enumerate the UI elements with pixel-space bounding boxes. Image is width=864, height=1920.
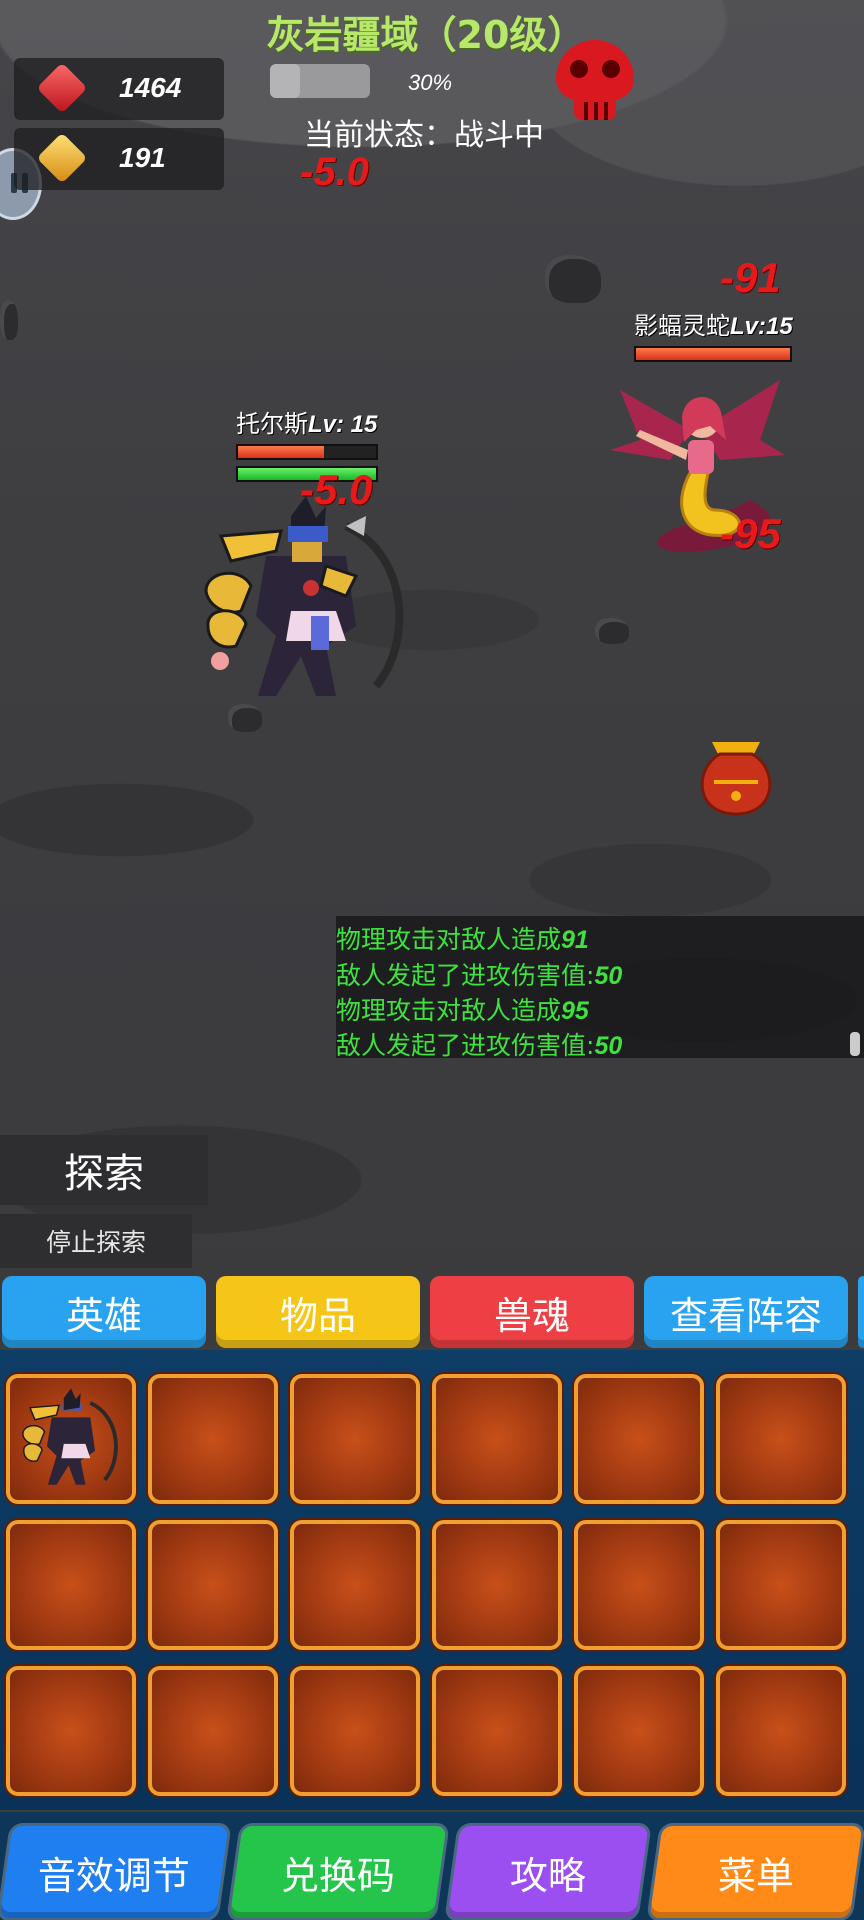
- rock: [228, 704, 262, 732]
- log-line: 敌人发起了进攻伤害值:50: [336, 956, 622, 992]
- damage-popup: -91: [720, 254, 781, 301]
- hero-name: 托尔斯: [236, 410, 308, 438]
- log-text: 敌人发起了进攻伤害值:: [336, 1031, 595, 1060]
- enemy-hp-fill: [636, 348, 790, 360]
- inventory-slot[interactable]: [6, 1520, 136, 1650]
- enemy-hp-bar: [634, 346, 792, 362]
- log-text: 敌人发起了进攻伤害值:: [336, 961, 595, 990]
- hero-hp-fill: [238, 446, 324, 458]
- hero-sprite[interactable]: [196, 496, 416, 706]
- log-number: 95: [561, 997, 589, 1025]
- inventory-slot[interactable]: [290, 1374, 420, 1504]
- inventory-slot[interactable]: [148, 1666, 278, 1796]
- hero-portrait: [18, 1386, 124, 1492]
- log-text: 物理攻击对敌人造成: [336, 925, 562, 954]
- inventory-slot[interactable]: [290, 1520, 420, 1650]
- log-line: 物理攻击对敌人造成95: [336, 991, 589, 1027]
- ruby-counter: 1464: [14, 58, 224, 120]
- tab-view-lineup[interactable]: 查看阵容: [644, 1276, 848, 1348]
- stop-explore-button[interactable]: 停止探索: [0, 1214, 192, 1268]
- hero-inventory-grid: [0, 1350, 864, 1810]
- inventory-slot[interactable]: [148, 1374, 278, 1504]
- ruby-icon: [36, 62, 88, 114]
- guide-button[interactable]: 攻略: [447, 1826, 649, 1918]
- tab-items[interactable]: 物品: [216, 1276, 420, 1348]
- rock: [595, 618, 629, 644]
- tab-label: 英雄: [65, 1293, 142, 1338]
- log-number: 50: [594, 962, 623, 990]
- hero-name-label: 托尔斯Lv: 15: [236, 404, 377, 439]
- button-label: 音效调节: [37, 1853, 190, 1898]
- tab-beast-souls[interactable]: 兽魂: [430, 1276, 634, 1348]
- zone-progress-bar: [270, 64, 370, 98]
- enemy-name-label: 影蝠灵蛇Lv:15: [634, 306, 793, 341]
- inventory-slot[interactable]: [290, 1666, 420, 1796]
- enemy-level: Lv:15: [730, 313, 793, 340]
- tab-label: 兽魂: [493, 1293, 570, 1338]
- ruby-amount: 1464: [119, 72, 182, 103]
- damage-popup: -95: [720, 510, 781, 557]
- inventory-slot[interactable]: [432, 1520, 562, 1650]
- button-label: 菜单: [717, 1853, 794, 1898]
- log-number: 91: [561, 926, 589, 954]
- sound-settings-button[interactable]: 音效调节: [0, 1826, 229, 1918]
- loot-bag[interactable]: [694, 738, 778, 816]
- inventory-slot[interactable]: [432, 1666, 562, 1796]
- inventory-slot[interactable]: [716, 1374, 846, 1504]
- log-text: 物理攻击对敌人造成: [336, 996, 562, 1025]
- inventory-slot[interactable]: [6, 1666, 136, 1796]
- log-number: 50: [594, 1032, 623, 1060]
- rock: [0, 300, 18, 340]
- tab-heroes[interactable]: 英雄: [2, 1276, 206, 1348]
- boss-skull-icon[interactable]: [556, 40, 634, 122]
- button-label: 攻略: [509, 1853, 586, 1898]
- damage-popup: -5.0: [300, 150, 369, 194]
- button-label: 兑换码: [280, 1853, 395, 1898]
- zone-progress-fill: [270, 64, 300, 98]
- gold-icon: [36, 132, 88, 184]
- inventory-slot[interactable]: [716, 1520, 846, 1650]
- log-line: 敌人发起了进攻伤害值:50: [336, 1026, 622, 1062]
- battlefield: 1464 191 灰岩疆域（20级） 30% 当前状态：战斗中 -5.0 -91…: [0, 0, 864, 1345]
- gold-counter: 191: [14, 128, 224, 190]
- hero-level: Lv: 15: [308, 411, 378, 438]
- inventory-slot[interactable]: [574, 1666, 704, 1796]
- menu-button[interactable]: 菜单: [649, 1826, 863, 1918]
- battle-status: 当前状态：战斗中: [304, 118, 544, 153]
- hero-hp-bar: [236, 444, 378, 460]
- inventory-slot[interactable]: [716, 1666, 846, 1796]
- tab-label: 查看阵容: [669, 1293, 822, 1338]
- log-line: 物理攻击对敌人造成91: [336, 920, 589, 956]
- gold-amount: 191: [119, 142, 166, 173]
- explore-button[interactable]: 探索: [0, 1135, 208, 1205]
- combat-log[interactable]: 物理攻击对敌人造成91 敌人发起了进攻伤害值:50 物理攻击对敌人造成95 敌人…: [336, 916, 864, 1060]
- rock: [545, 255, 601, 303]
- zone-title: 灰岩疆域（20级）: [266, 13, 586, 57]
- inventory-slot[interactable]: [574, 1374, 704, 1504]
- tab-label: 物品: [279, 1293, 356, 1338]
- inventory-slot[interactable]: [432, 1374, 562, 1504]
- enemy-name: 影蝠灵蛇: [634, 312, 730, 340]
- redeem-code-button[interactable]: 兑换码: [229, 1826, 447, 1918]
- inventory-slot[interactable]: [574, 1520, 704, 1650]
- inventory-slot[interactable]: [6, 1374, 136, 1504]
- inventory-slot[interactable]: [148, 1520, 278, 1650]
- log-scrollbar[interactable]: [850, 1032, 860, 1056]
- zone-progress-text: 30%: [408, 70, 453, 95]
- tab-overflow[interactable]: [858, 1276, 864, 1348]
